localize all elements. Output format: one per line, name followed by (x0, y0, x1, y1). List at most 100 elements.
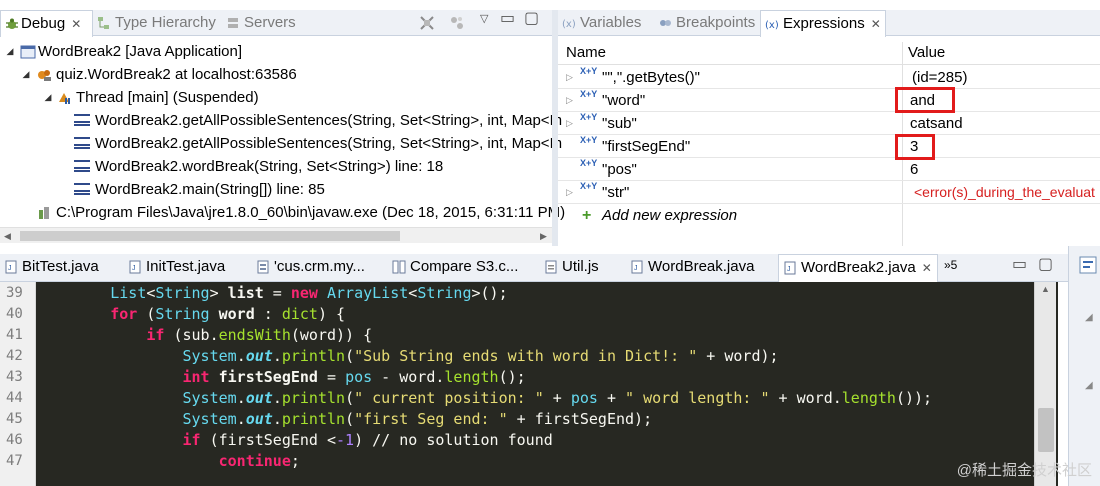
scroll-up-icon[interactable]: ▲ (1041, 284, 1050, 294)
tab-expressions[interactable]: (x) Expressions ✕ (760, 10, 886, 37)
expression-icon: X+Y (580, 158, 598, 168)
threads-icon[interactable] (448, 14, 466, 32)
column-header-name[interactable]: Name (566, 44, 606, 61)
maximize-icon[interactable]: ▢ (1038, 254, 1053, 274)
tab-breakpoints[interactable]: Breakpoints (654, 10, 755, 36)
java-file-icon: J (631, 260, 643, 274)
debug-view-tabbar: Debug ✕ Type Hierarchy Servers ▽ ▭ ▢ (0, 8, 552, 37)
java-application-icon (20, 45, 36, 59)
expression-row[interactable]: ▷ X+Y "sub" catsand (558, 112, 1100, 135)
minimize-icon[interactable]: ▭ (1012, 254, 1027, 274)
tab-overflow[interactable]: »5 (944, 258, 957, 272)
line-number: 45 (6, 411, 23, 427)
line-number: 47 (6, 453, 23, 469)
code-line: int firstSegEnd = pos - word.length(); (182, 368, 526, 386)
collapse-icon[interactable]: ◢ (4, 40, 16, 63)
hscroll-thumb[interactable] (20, 231, 400, 241)
debug-tree: ◢ WordBreak2 [Java Application] ◢ quiz.W… (0, 37, 565, 227)
side-trim: ◢ ◢ (1068, 246, 1100, 486)
close-icon[interactable]: ✕ (871, 11, 881, 37)
suspended-thread-icon (59, 93, 70, 104)
debug-hscrollbar[interactable]: ◀ ▶ (0, 227, 552, 243)
editor-vscrollbar[interactable]: ▲ (1034, 282, 1056, 486)
svg-text:(x): (x) (562, 19, 576, 30)
expression-icon: X+Y (580, 135, 598, 145)
editor-tab-wordbreak2[interactable]: J WordBreak2.java ✕ (778, 254, 938, 282)
code-line: continue; (218, 452, 300, 470)
error-value: <error(s)_during_the_evaluat (914, 184, 1095, 200)
stack-frame-icon (74, 160, 90, 172)
minimize-icon[interactable]: ▭ (500, 8, 515, 28)
expand-icon[interactable]: ▷ (566, 181, 573, 204)
view-menu-icon[interactable]: ▽ (480, 12, 488, 25)
servers-icon (228, 18, 238, 28)
expression-row[interactable]: X+Y "firstSegEnd" 3 (558, 135, 1100, 158)
expression-row[interactable]: ▷ X+Y "",".getBytes()" (id=285) (558, 66, 1100, 89)
highlight-box (895, 87, 955, 113)
expression-row[interactable]: ▷ X+Y "str" <error(s)_during_the_evaluat (558, 181, 1100, 204)
code-line: List<String> list = new ArrayList<String… (110, 284, 508, 302)
tab-variables[interactable]: (x) Variables (558, 10, 641, 36)
expression-icon: X+Y (580, 66, 598, 76)
code-line: for (String word : dict) { (110, 305, 346, 323)
close-icon[interactable]: ✕ (71, 11, 81, 37)
svg-text:J: J (132, 265, 136, 272)
maximize-icon[interactable]: ▢ (524, 8, 539, 28)
expression-row[interactable]: X+Y "pos" 6 (558, 158, 1100, 181)
line-number: 39 (6, 285, 23, 301)
expression-icon: X+Y (580, 181, 598, 191)
vscroll-thumb[interactable] (1038, 408, 1054, 452)
js-file-icon (545, 260, 557, 274)
restore-icon[interactable]: ◢ (1085, 312, 1093, 323)
scroll-left-icon[interactable]: ◀ (4, 228, 11, 244)
breakpoints-icon (660, 20, 671, 26)
tab-debug[interactable]: Debug ✕ (0, 10, 93, 37)
debug-bug-icon (6, 18, 18, 29)
stack-frame-1[interactable]: WordBreak2.getAllPossibleSentences(Strin… (0, 109, 562, 132)
highlight-box (895, 134, 935, 160)
add-expression-row[interactable]: + Add new expression (558, 204, 1100, 227)
java-file-icon: J (5, 260, 17, 274)
tab-servers[interactable]: Servers (222, 10, 296, 36)
collapse-icon[interactable]: ◢ (20, 63, 32, 86)
outline-icon[interactable] (1079, 256, 1097, 274)
column-header-value[interactable]: Value (908, 44, 945, 61)
close-icon[interactable]: ✕ (922, 255, 932, 281)
editor-tab-compare[interactable]: Compare S3.c... (388, 254, 518, 280)
line-number: 46 (6, 432, 23, 448)
expand-icon[interactable]: ▷ (566, 89, 573, 112)
line-number: 43 (6, 369, 23, 385)
expression-icon: X+Y (580, 112, 598, 122)
expand-icon[interactable]: ▷ (566, 112, 573, 135)
stack-frame-icon (74, 114, 90, 126)
compare-icon (392, 260, 406, 274)
xml-file-icon (257, 260, 269, 274)
editor-tab-inittest[interactable]: J InitTest.java (124, 254, 225, 280)
svg-text:(x): (x) (765, 20, 779, 31)
editor-tab-cus-crm[interactable]: 'cus.crm.my... (252, 254, 365, 280)
svg-text:J: J (8, 265, 12, 272)
svg-text:J: J (787, 266, 791, 273)
expressions-icon: (x) (765, 20, 779, 31)
tab-type-hierarchy[interactable]: Type Hierarchy (93, 10, 216, 36)
expressions-view-tabbar: (x) Variables Breakpoints (x) Expression… (558, 10, 1100, 37)
editor-tab-util-js[interactable]: Util.js (540, 254, 599, 280)
code-line: if (firstSegEnd <-1) // no solution foun… (182, 431, 553, 449)
plus-icon: + (582, 207, 592, 224)
restore-icon[interactable]: ◢ (1085, 380, 1093, 391)
java-file-icon: J (129, 260, 141, 274)
expression-row[interactable]: ▷ X+Y "word" and (558, 89, 1100, 112)
remove-terminated-icon[interactable] (418, 14, 436, 32)
collapse-icon[interactable]: ◢ (42, 86, 54, 109)
variables-icon: (x) (562, 19, 576, 30)
process-icon (39, 207, 49, 219)
line-number: 40 (6, 306, 23, 322)
watermark: @稀土掘金技术社区 (956, 462, 1092, 479)
expression-icon: X+Y (580, 89, 598, 99)
code-editor[interactable]: 39 40 41 42 43 44 45 46 47 List<String> … (0, 282, 1058, 486)
expand-icon[interactable]: ▷ (566, 66, 573, 89)
editor-tab-bittest[interactable]: J BitTest.java (0, 254, 99, 280)
editor-tab-wordbreak[interactable]: J WordBreak.java (626, 254, 754, 280)
scroll-right-icon[interactable]: ▶ (540, 228, 547, 244)
code-line: System.out.println(" current position: "… (182, 389, 933, 407)
